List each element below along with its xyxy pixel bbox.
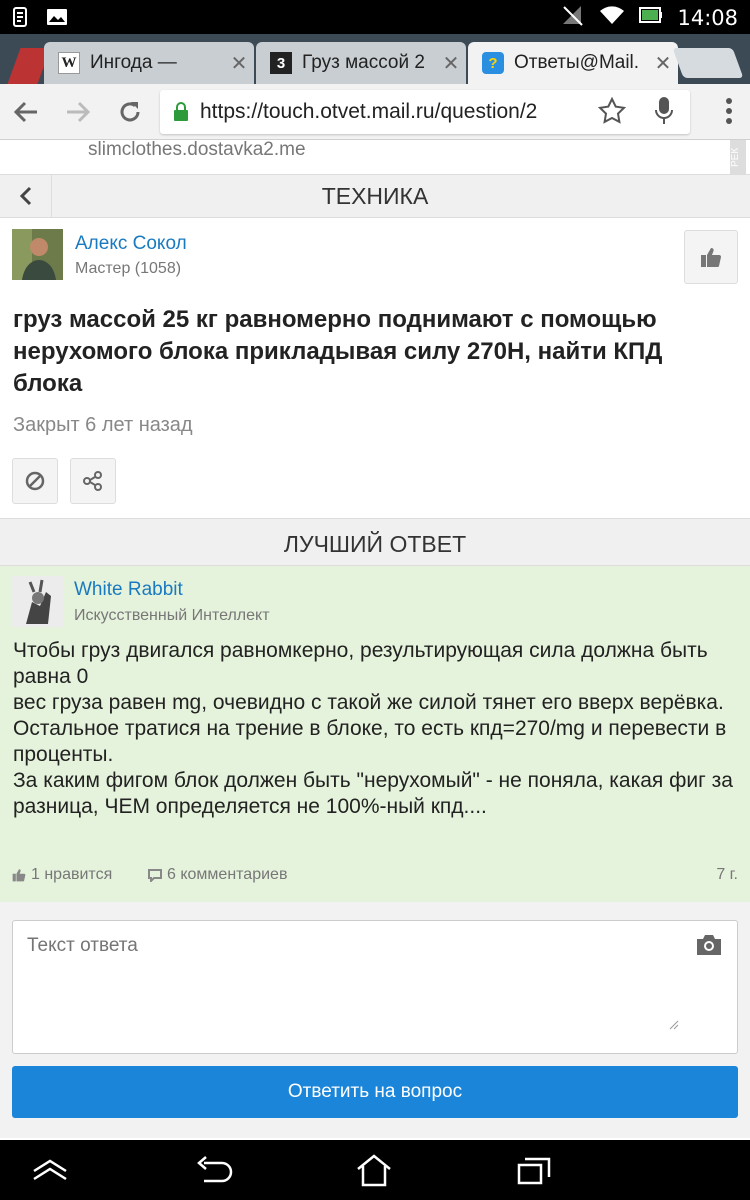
question-author-rank: Мастер (1058) bbox=[75, 260, 182, 277]
wikipedia-favicon-icon: W bbox=[58, 52, 80, 74]
arrow-right-icon bbox=[67, 101, 91, 123]
question-author-name[interactable]: Алекс Сокол bbox=[75, 233, 187, 255]
overflow-menu-button[interactable] bbox=[726, 98, 732, 124]
tab-otvet-active[interactable]: ? Ответы@Mail. ✕ bbox=[468, 42, 678, 84]
question-block: Алекс Сокол Мастер (1058) груз массой 25… bbox=[0, 218, 750, 518]
chevron-left-icon bbox=[19, 186, 31, 206]
answer-text: Чтобы груз двигался равномкерно, результ… bbox=[13, 639, 733, 818]
secure-lock-icon bbox=[170, 102, 192, 122]
arrow-left-icon bbox=[13, 101, 37, 123]
tab-title: Ингода — bbox=[90, 52, 177, 73]
android-nav-bar bbox=[0, 1140, 750, 1200]
znanija-favicon-icon: 3 bbox=[270, 52, 292, 74]
home-nav-icon[interactable] bbox=[352, 1152, 396, 1188]
report-button[interactable] bbox=[12, 458, 58, 504]
answer-age: 7 г. bbox=[716, 866, 738, 883]
reply-box bbox=[12, 920, 738, 1054]
ad-text[interactable]: slimclothes.dostavka2.me bbox=[88, 140, 306, 161]
tab-title: Ответы@Mail. bbox=[514, 52, 640, 73]
close-tab-icon[interactable]: ✕ bbox=[224, 51, 254, 76]
reply-section: Ответить на вопрос bbox=[0, 902, 750, 1138]
forward-button[interactable] bbox=[60, 94, 96, 130]
tab-question[interactable]: 3 Груз массой 2 ✕ bbox=[256, 42, 466, 84]
close-tab-icon[interactable]: ✕ bbox=[436, 51, 466, 76]
back-button[interactable] bbox=[8, 94, 44, 130]
likes-count: 1 нравится bbox=[31, 866, 113, 883]
reload-icon bbox=[120, 102, 140, 122]
recent-apps-icon[interactable] bbox=[512, 1152, 556, 1188]
answer-author-avatar[interactable] bbox=[12, 576, 63, 627]
browser-tab-strip: W Ингода — ✕ 3 Груз массой 2 ✕ ? Ответы@… bbox=[0, 34, 750, 84]
question-title: груз массой 25 кг равномерно поднимают с… bbox=[13, 306, 663, 397]
answer-author-rank: Искусственный Интеллект bbox=[74, 607, 270, 624]
microphone-icon[interactable] bbox=[654, 96, 674, 131]
otvet-favicon-icon: ? bbox=[482, 52, 504, 74]
wifi-icon bbox=[599, 5, 625, 30]
browser-toolbar: https://touch.otvet.mail.ru/question/2 bbox=[0, 84, 750, 140]
thumbs-up-icon bbox=[701, 248, 721, 267]
camera-icon[interactable] bbox=[695, 933, 723, 962]
tab-wikipedia[interactable]: W Ингода — ✕ bbox=[44, 42, 254, 84]
best-answer: White Rabbit Искусственный Интеллект Что… bbox=[0, 566, 750, 902]
resize-grip-icon[interactable] bbox=[669, 1017, 679, 1035]
ad-banner[interactable]: slimclothes.dostavka2.me РЕК bbox=[0, 140, 750, 174]
category-title: ТЕХНИКА bbox=[321, 183, 429, 209]
ad-label: РЕК bbox=[730, 140, 746, 174]
question-author-avatar[interactable] bbox=[12, 229, 63, 280]
close-tab-icon[interactable]: ✕ bbox=[648, 51, 678, 76]
answer-author-name[interactable]: White Rabbit bbox=[74, 579, 183, 601]
back-nav-icon[interactable] bbox=[192, 1152, 236, 1188]
status-time: 14:08 bbox=[677, 5, 738, 30]
thumbs-up-icon bbox=[12, 869, 26, 882]
reply-textarea[interactable] bbox=[13, 921, 737, 1053]
answer-likes[interactable]: 1 нравится bbox=[12, 866, 112, 884]
status-bar: 14:08 bbox=[0, 0, 750, 34]
reload-button[interactable] bbox=[112, 94, 148, 130]
app-switch-up-icon[interactable] bbox=[28, 1152, 72, 1188]
comments-count: 6 комментариев bbox=[167, 866, 288, 883]
question-status: Закрыт 6 лет назад bbox=[13, 414, 193, 436]
share-icon bbox=[83, 471, 102, 491]
no-signal-icon bbox=[561, 4, 585, 31]
answer-comments[interactable]: 6 комментариев bbox=[148, 866, 287, 884]
best-answer-header: ЛУЧШИЙ ОТВЕТ bbox=[0, 518, 750, 566]
share-button[interactable] bbox=[70, 458, 116, 504]
new-tab-button[interactable] bbox=[672, 48, 744, 78]
image-notification-icon bbox=[46, 6, 68, 28]
category-header: ТЕХНИКА bbox=[0, 174, 750, 218]
sim-notification-icon bbox=[10, 6, 32, 28]
submit-answer-button[interactable]: Ответить на вопрос bbox=[12, 1066, 738, 1118]
battery-icon bbox=[639, 5, 663, 30]
tab-title: Груз массой 2 bbox=[302, 52, 425, 73]
like-question-button[interactable] bbox=[684, 230, 738, 284]
bookmark-star-icon[interactable] bbox=[597, 96, 627, 130]
category-back-button[interactable] bbox=[0, 175, 52, 217]
comment-icon bbox=[148, 868, 162, 882]
block-icon bbox=[25, 471, 45, 491]
